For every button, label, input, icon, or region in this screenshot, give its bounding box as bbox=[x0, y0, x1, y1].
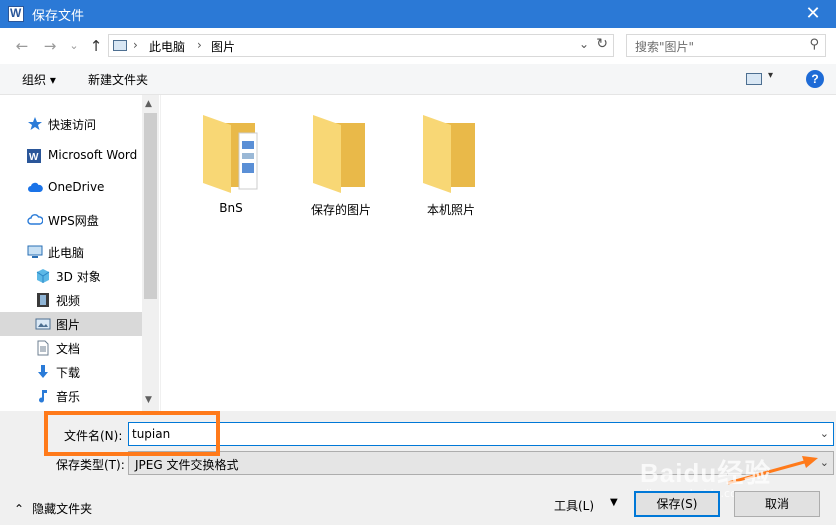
nav-scrollbar[interactable]: ▲ ▼ bbox=[142, 95, 159, 411]
back-button[interactable]: ← bbox=[12, 36, 32, 56]
cube-icon bbox=[36, 269, 50, 283]
nav-label: 下载 bbox=[56, 366, 81, 380]
nav-label: WPS网盘 bbox=[48, 214, 99, 228]
address-dropdown-icon[interactable]: ⌄ bbox=[579, 37, 589, 51]
nav-item-downloads[interactable]: 下载 bbox=[0, 360, 142, 384]
word-icon: W bbox=[27, 149, 41, 163]
folder-name: 保存的图片 bbox=[310, 203, 371, 217]
search-icon[interactable]: ⚲ bbox=[809, 37, 819, 52]
close-button[interactable]: ✕ bbox=[790, 0, 836, 28]
filetype-label: 保存类型(T): bbox=[56, 458, 125, 472]
nav-label: 此电脑 bbox=[48, 246, 85, 260]
cloud-outline-icon bbox=[27, 214, 43, 225]
file-list: BnS 保存的图片 本机照片 bbox=[160, 95, 836, 411]
tools-dropdown-icon[interactable]: ▼ bbox=[610, 497, 618, 508]
save-button[interactable]: 保存(S) bbox=[634, 491, 720, 517]
nav-item-documents[interactable]: 文档 bbox=[0, 336, 142, 360]
nav-item-pictures[interactable]: 图片 bbox=[0, 312, 142, 336]
folder-icon bbox=[203, 115, 258, 193]
nav-item-music[interactable]: 音乐 bbox=[0, 384, 142, 408]
svg-text:W: W bbox=[29, 152, 39, 163]
picture-icon bbox=[35, 318, 51, 330]
nav-item-3d-objects[interactable]: 3D 对象 bbox=[0, 264, 142, 288]
pictures-folder-icon bbox=[113, 40, 127, 51]
help-icon[interactable]: ? bbox=[806, 70, 824, 88]
word-app-icon bbox=[8, 6, 24, 22]
forward-button[interactable]: → bbox=[40, 36, 60, 56]
filename-dropdown-icon[interactable]: ⌄ bbox=[820, 427, 829, 440]
star-icon bbox=[28, 117, 42, 130]
document-icon bbox=[37, 340, 49, 356]
music-icon bbox=[39, 390, 47, 403]
scroll-thumb[interactable] bbox=[144, 113, 157, 299]
folder-name: 本机照片 bbox=[426, 203, 475, 217]
cancel-button[interactable]: 取消 bbox=[734, 491, 820, 517]
address-bar-row: ← → ⌄ ↑ › 此电脑 › 图片 ⌄ ↻ 搜索"图片" ⚲ bbox=[0, 28, 836, 64]
folder-icon bbox=[423, 115, 475, 193]
nav-item-this-pc[interactable]: 此电脑 bbox=[0, 240, 142, 264]
crumb-separator: › bbox=[133, 38, 138, 52]
refresh-icon[interactable]: ↻ bbox=[596, 36, 608, 52]
film-icon bbox=[37, 293, 49, 307]
hide-folders-label: 隐藏文件夹 bbox=[32, 502, 93, 516]
nav-label: Microsoft Word bbox=[48, 148, 138, 162]
nav-label: 3D 对象 bbox=[56, 270, 101, 284]
nav-label: 快速访问 bbox=[48, 118, 97, 132]
filetype-value: JPEG 文件交换格式 bbox=[135, 458, 239, 472]
folder-item[interactable]: 本机照片 bbox=[401, 113, 501, 223]
folder-item[interactable]: 保存的图片 bbox=[291, 113, 391, 223]
address-field[interactable]: › 此电脑 › 图片 ⌄ ↻ bbox=[108, 34, 614, 57]
annotation-highlight-box bbox=[44, 411, 220, 456]
filename-input[interactable]: tupian ⌄ bbox=[128, 422, 834, 446]
nav-item-videos[interactable]: 视频 bbox=[0, 288, 142, 312]
nav-item-quick-access[interactable]: 快速访问 bbox=[0, 112, 142, 136]
cloud-icon bbox=[28, 182, 43, 192]
folder-icon bbox=[313, 115, 365, 193]
scroll-down-icon[interactable]: ▼ bbox=[145, 395, 152, 405]
new-folder-button[interactable]: 新建文件夹 bbox=[88, 71, 148, 88]
command-toolbar: 组织 ▾ 新建文件夹 ▾ ? bbox=[0, 64, 836, 95]
save-form: 文件名(N): tupian ⌄ 保存类型(T): JPEG 文件交换格式 ⌄ … bbox=[0, 411, 836, 525]
nav-label: 视频 bbox=[56, 294, 81, 308]
view-options-icon[interactable] bbox=[746, 73, 762, 85]
nav-item-microsoft-word[interactable]: W Microsoft Word bbox=[0, 144, 142, 168]
nav-item-wps-drive[interactable]: WPS网盘 bbox=[0, 208, 142, 232]
nav-label: OneDrive bbox=[48, 180, 105, 194]
tools-menu[interactable]: 工具(L) bbox=[554, 497, 594, 514]
baidu-watermark: Baidu经验 bbox=[640, 458, 772, 488]
organize-menu[interactable]: 组织 ▾ bbox=[22, 71, 56, 88]
up-button[interactable]: ↑ bbox=[86, 36, 106, 56]
download-icon bbox=[38, 365, 48, 378]
computer-icon bbox=[27, 245, 43, 258]
crumb-separator: › bbox=[197, 38, 202, 52]
window-title: 保存文件 bbox=[32, 9, 85, 24]
view-dropdown-icon[interactable]: ▾ bbox=[768, 70, 773, 81]
folder-name: BnS bbox=[219, 201, 243, 215]
title-bar: 保存文件 ✕ bbox=[0, 0, 836, 28]
navigation-pane: 快速访问 W Microsoft Word OneDrive WPS网盘 此电脑… bbox=[0, 95, 160, 411]
nav-label: 文档 bbox=[56, 342, 81, 356]
recent-locations-button[interactable]: ⌄ bbox=[64, 36, 84, 56]
search-input[interactable]: 搜索"图片" ⚲ bbox=[626, 34, 826, 57]
nav-label: 音乐 bbox=[56, 390, 81, 404]
search-placeholder: 搜索"图片" bbox=[635, 40, 695, 54]
folder-item[interactable]: BnS bbox=[181, 113, 281, 223]
nav-label: 图片 bbox=[56, 318, 81, 332]
crumb-this-pc[interactable]: 此电脑 bbox=[149, 38, 185, 55]
crumb-pictures[interactable]: 图片 bbox=[211, 38, 235, 55]
scroll-up-icon[interactable]: ▲ bbox=[145, 99, 152, 109]
chevron-up-icon: ⌃ bbox=[14, 502, 25, 516]
nav-item-onedrive[interactable]: OneDrive bbox=[0, 176, 142, 200]
hide-folders-toggle[interactable]: ⌃ 隐藏文件夹 bbox=[14, 500, 92, 517]
